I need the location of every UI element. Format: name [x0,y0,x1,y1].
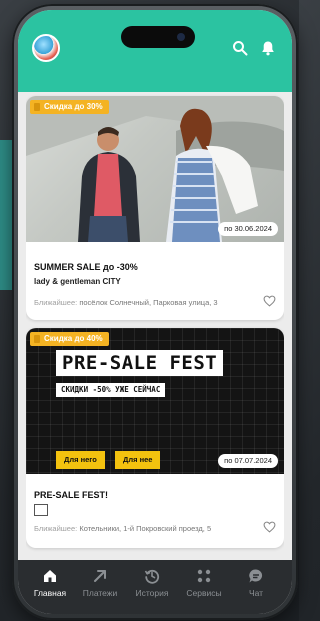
favorite-heart-icon[interactable] [263,521,276,533]
app-screen: Скидка до 30% по 30.06.2024 SUMMER SALE … [18,10,292,614]
discount-badge-label: Скидка до 40% [44,334,103,343]
valid-until-badge: по 30.06.2024 [218,222,278,236]
arrow-icon [94,570,106,582]
valid-until-badge: по 07.07.2024 [218,454,278,468]
for-her-button[interactable]: Для нее [115,451,161,469]
address-label: Ближайшее: [34,524,78,533]
favorite-heart-icon[interactable] [263,295,276,307]
tag-icon [34,103,40,111]
tab-label: Платежи [82,588,118,598]
tab-label: Чат [248,588,264,598]
nearest-address: Ближайшее: посёлок Солнечный, Парковая у… [34,298,218,307]
offer-banner-image: Скидка до 30% по 30.06.2024 [26,96,284,242]
nearest-address: Ближайшее: Котельники, 1-й Покровский пр… [34,524,211,533]
discount-badge: Скидка до 40% [30,332,109,346]
tab-label: История [135,588,169,598]
banner-title: PRE-SALE FEST [56,350,224,376]
top-bar [18,10,292,92]
for-him-button[interactable]: Для него [56,451,105,469]
discount-badge-label: Скидка до 30% [44,102,103,111]
offer-title: PRE-SALE FEST! [34,490,109,500]
grid-icon [197,569,211,583]
address-label: Ближайшее: [34,298,78,307]
tab-chat[interactable]: Чат [230,568,282,608]
phone-frame: Скидка до 30% по 30.06.2024 SUMMER SALE … [12,4,298,620]
tab-label: Главная [33,588,67,598]
banner-photo [26,96,284,242]
camera-icon [177,33,185,41]
dynamic-island [121,26,195,48]
tab-home[interactable]: Главная [24,568,76,608]
brand-logo [34,504,48,516]
bottom-tab-bar: Главная Платежи История Сервисы Чат [18,560,292,614]
offer-banner-image: PRE-SALE FEST СКИДКИ -50% УЖЕ СЕЙЧАС Для… [26,328,284,474]
offer-title: SUMMER SALE до -30% [34,262,138,272]
app-logo[interactable] [32,34,60,62]
chat-icon [249,569,263,583]
home-icon [44,570,56,582]
address-text: посёлок Солнечный, Парковая улица, 3 [79,298,218,307]
offer-card[interactable]: PRE-SALE FEST СКИДКИ -50% УЖЕ СЕЙЧАС Для… [26,328,284,548]
search-icon[interactable] [232,40,248,56]
history-icon [144,569,160,584]
tag-icon [34,335,40,343]
offers-feed[interactable]: Скидка до 30% по 30.06.2024 SUMMER SALE … [26,92,284,560]
tab-history[interactable]: История [126,568,178,608]
address-text: Котельники, 1-й Покровский проезд, 5 [79,524,212,533]
brand-name: lady & gentleman CITY [34,277,121,286]
tab-services[interactable]: Сервисы [178,568,230,608]
discount-badge: Скидка до 30% [30,100,109,114]
tab-label: Сервисы [186,588,222,598]
tab-payments[interactable]: Платежи [74,568,126,608]
bell-icon[interactable] [260,40,276,56]
offer-card[interactable]: Скидка до 30% по 30.06.2024 SUMMER SALE … [26,96,284,320]
banner-subtitle: СКИДКИ -50% УЖЕ СЕЙЧАС [56,383,166,397]
